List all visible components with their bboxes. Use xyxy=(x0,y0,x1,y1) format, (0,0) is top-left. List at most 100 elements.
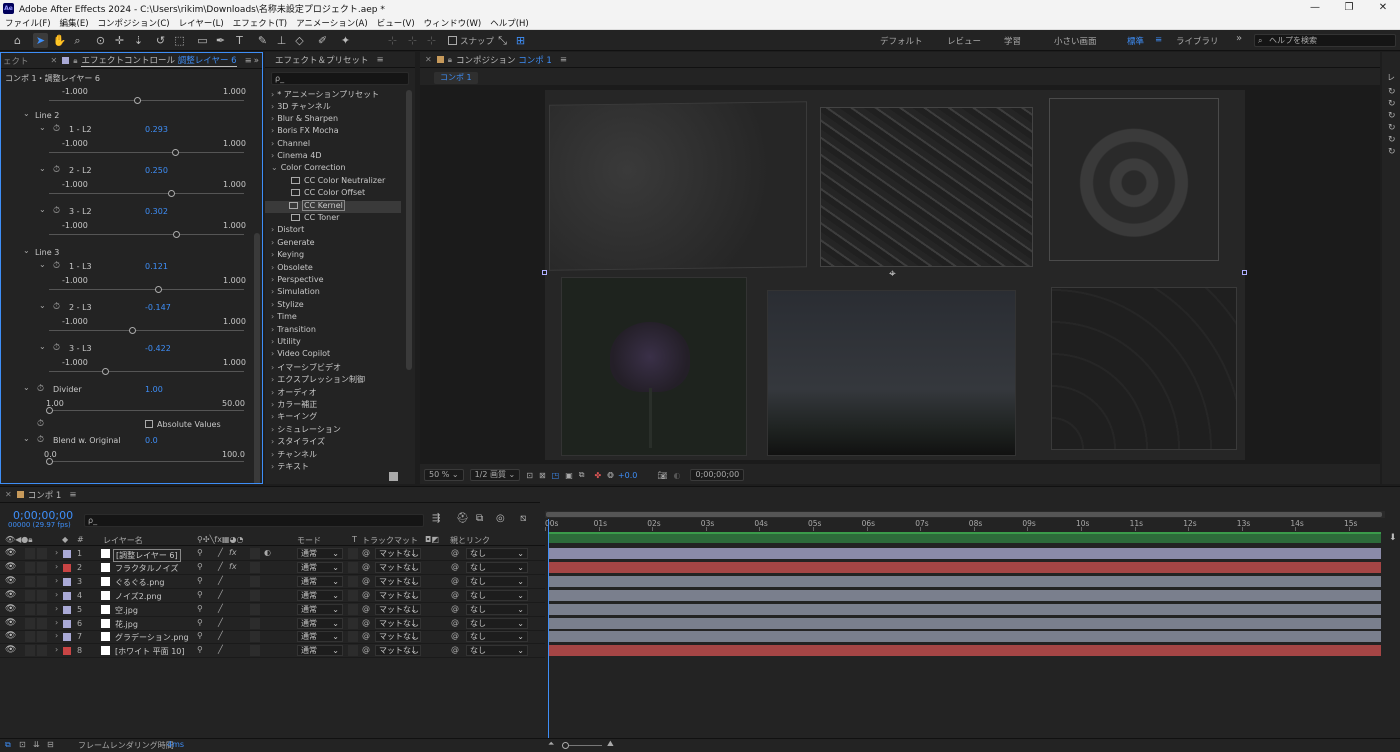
selection-tool-icon[interactable]: ➤ xyxy=(33,33,48,48)
value-slider[interactable] xyxy=(49,231,244,238)
chevron-right-icon[interactable]: › xyxy=(271,151,274,160)
local-axis-icon[interactable]: ⊹ xyxy=(385,33,400,48)
chevron-right-icon[interactable]: › xyxy=(271,375,274,384)
effect-category[interactable]: › Channel xyxy=(271,139,310,151)
snap-options-icon[interactable]: ⤡ xyxy=(495,33,510,48)
menu-file[interactable]: ファイル(F) xyxy=(0,17,55,29)
comp-subtab[interactable]: コンポ 1 xyxy=(434,72,478,84)
chevron-right-icon[interactable]: › xyxy=(271,114,274,123)
snapshot-icon[interactable]: 📷︎ xyxy=(657,471,667,480)
workspace-menu-icon[interactable]: ≡ xyxy=(1155,35,1162,45)
workspace-small-screen[interactable]: 小さい画面 xyxy=(1054,35,1097,47)
chevron-down-icon[interactable]: ⌄ xyxy=(23,383,30,392)
stopwatch-icon[interactable]: ⏱ xyxy=(37,435,44,445)
slider-knob[interactable] xyxy=(133,97,141,104)
chevron-right-icon[interactable]: › xyxy=(271,275,274,284)
slider-knob[interactable] xyxy=(46,407,53,414)
effect-category[interactable]: › イマーシブビデオ xyxy=(271,362,341,374)
effect-controls-scrollbar[interactable] xyxy=(254,233,260,483)
composition-canvas[interactable]: ⌖ xyxy=(542,90,1247,460)
effect-item[interactable]: CC Kernel xyxy=(265,199,401,213)
param-value[interactable]: 0.293 xyxy=(145,125,168,134)
effect-category[interactable]: › オーディオ xyxy=(271,387,317,399)
chevron-right-icon[interactable]: › xyxy=(271,250,274,259)
chevron-right-icon[interactable]: › xyxy=(271,462,274,471)
chevron-right-icon[interactable]: › xyxy=(271,225,274,234)
slider-knob[interactable] xyxy=(172,149,180,156)
new-folder-icon[interactable] xyxy=(389,472,398,481)
effect-category[interactable]: › Transition xyxy=(271,325,316,337)
chevron-down-icon[interactable]: ⌄ xyxy=(39,205,46,214)
effect-item[interactable]: CC Color Neutralizer xyxy=(271,176,385,188)
chevron-right-icon[interactable]: › xyxy=(271,450,274,459)
effect-category[interactable]: › チャンネル xyxy=(271,449,317,461)
region-of-interest-icon[interactable]: ⊡ xyxy=(526,471,533,480)
chevron-down-icon[interactable]: ⌄ xyxy=(39,164,46,173)
minimize-icon[interactable]: — xyxy=(1298,0,1332,16)
dolly-tool-icon[interactable]: ⇣ xyxy=(131,33,146,48)
resolution-dropdown[interactable]: 1/2 画質 ⌄ xyxy=(469,469,521,481)
layer-label-icon[interactable]: レ xyxy=(1387,72,1395,83)
param-value[interactable]: -0.422 xyxy=(145,344,171,353)
magnification-dropdown[interactable]: 50 % ⌄ xyxy=(424,469,464,481)
text-tool-icon[interactable]: T xyxy=(232,33,247,48)
chevron-right-icon[interactable]: › xyxy=(271,400,274,409)
hand-tool-icon[interactable]: ✋ xyxy=(52,33,67,48)
eraser-tool-icon[interactable]: ◇ xyxy=(292,33,307,48)
layer-duration-bar[interactable] xyxy=(549,561,1381,573)
slider-knob[interactable] xyxy=(46,458,53,465)
zoom-out-icon[interactable]: ⏶ xyxy=(548,739,554,749)
effects-search-input[interactable]: ρ_ xyxy=(271,72,409,85)
blend-slider[interactable] xyxy=(46,458,244,465)
layer-duration-bar[interactable] xyxy=(549,575,1381,587)
workspace-libraries[interactable]: ライブラリ xyxy=(1176,35,1219,47)
swirl-tile-image[interactable] xyxy=(1049,98,1219,261)
effect-item[interactable]: CC Toner xyxy=(271,213,339,225)
chevron-right-icon[interactable]: › xyxy=(271,325,274,334)
param-value[interactable]: 0.302 xyxy=(145,207,168,216)
chevron-right-icon[interactable]: › xyxy=(271,312,274,321)
view-axis-icon[interactable]: ⊹ xyxy=(424,33,439,48)
composition-tab[interactable]: コンポジション コンポ 1 xyxy=(456,54,552,66)
chevron-right-icon[interactable]: › xyxy=(271,300,274,309)
chevron-right-icon[interactable]: › xyxy=(271,412,274,421)
menu-edit[interactable]: 編集(E) xyxy=(55,17,93,29)
effect-category[interactable]: › Perspective xyxy=(271,275,324,287)
chevron-down-icon[interactable]: ⌄ xyxy=(39,301,46,310)
marble-tile-image[interactable] xyxy=(820,107,1033,267)
stopwatch-icon[interactable]: ⏱ xyxy=(53,302,60,312)
pan-tool-icon[interactable]: ✛ xyxy=(112,33,127,48)
chevron-down-icon[interactable]: ⌄ xyxy=(39,342,46,351)
effect-category[interactable]: › * アニメーションプリセット xyxy=(271,89,379,101)
3d-view-icon[interactable]: ⧉ xyxy=(579,470,585,480)
effect-category[interactable]: › Obsolete xyxy=(271,263,313,275)
zoom-slider[interactable] xyxy=(562,742,602,749)
help-search-input[interactable]: ⌕ ヘルプを検索 xyxy=(1254,34,1396,47)
value-slider[interactable] xyxy=(49,327,244,334)
snap-grid-icon[interactable]: ⊞ xyxy=(513,33,528,48)
render-time-toggle-icon[interactable]: ⊟ xyxy=(47,740,54,749)
layer-duration-bar[interactable] xyxy=(549,589,1381,601)
zoom-tool-icon[interactable]: ⌕ xyxy=(70,33,85,48)
value-slider[interactable] xyxy=(49,286,244,293)
stopwatch-icon[interactable]: ⏱ xyxy=(53,206,60,216)
close-icon[interactable]: ✕ xyxy=(1366,0,1400,16)
rectangle-tool-icon[interactable]: ▭ xyxy=(195,33,210,48)
effect-category[interactable]: › テキスト xyxy=(271,461,309,473)
layer-switches-toggle-icon[interactable]: ⧉ xyxy=(5,740,11,750)
menu-view[interactable]: ビュー(V) xyxy=(372,17,419,29)
stopwatch-icon[interactable]: ⏱ xyxy=(53,165,60,175)
absolute-values-checkbox[interactable] xyxy=(145,420,153,428)
slider-knob[interactable] xyxy=(172,231,180,238)
value-slider[interactable] xyxy=(49,368,244,375)
value-slider[interactable] xyxy=(49,149,244,156)
gradient-tile-image[interactable] xyxy=(1051,287,1237,450)
effect-category[interactable]: › Keying xyxy=(271,250,304,262)
chevron-right-icon[interactable]: › xyxy=(271,437,274,446)
chevron-right-icon[interactable]: › xyxy=(271,102,274,111)
workspace-default[interactable]: デフォルト xyxy=(880,35,923,47)
chevron-right-icon[interactable]: › xyxy=(271,139,274,148)
chevron-right-icon[interactable]: › xyxy=(271,90,274,99)
close-tab-icon[interactable]: ✕ xyxy=(425,55,432,64)
roto-brush-tool-icon[interactable]: ✐ xyxy=(315,33,330,48)
